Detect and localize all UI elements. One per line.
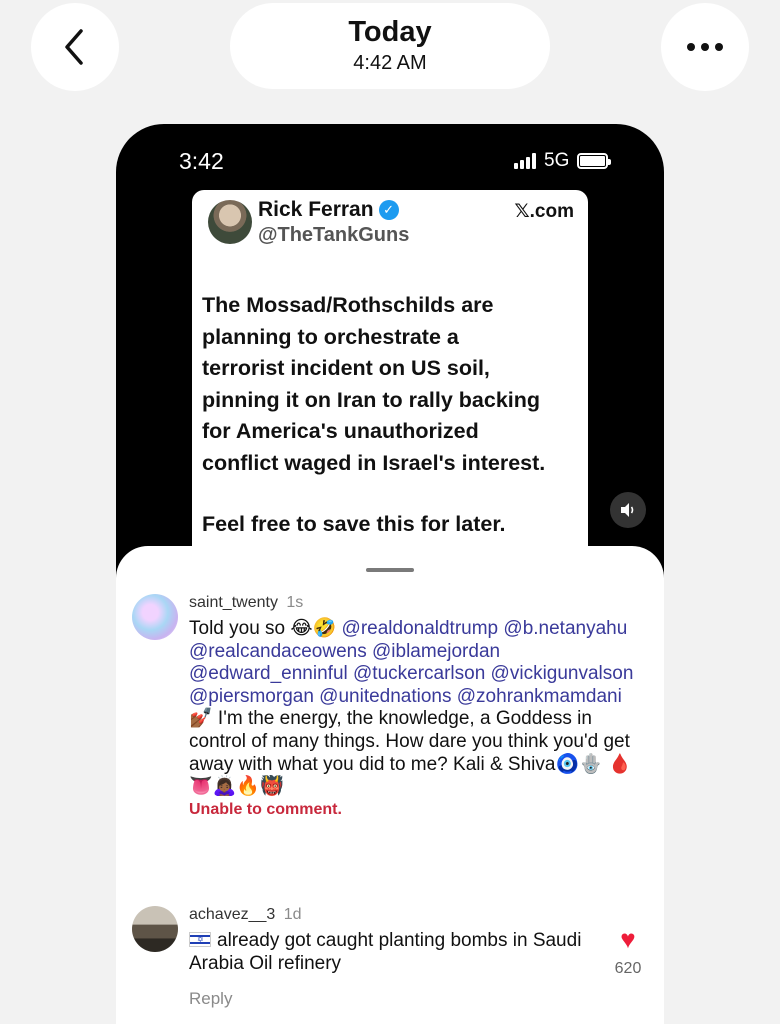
comment-username[interactable]: saint_twenty	[189, 594, 278, 611]
commenter-avatar[interactable]	[132, 906, 178, 952]
comment-body-text: 💅🏾 I'm the energy, the knowledge, a Godd…	[189, 708, 632, 798]
comment-intro: Told you so 😂🤣	[189, 618, 342, 639]
status-indicators: 5G	[514, 150, 612, 172]
shared-screenshot: 3:42 5G Rick Ferran ✓ @TheTankGuns 𝕏.com…	[116, 124, 664, 1024]
top-bar: Today 4:42 AM	[0, 0, 780, 110]
comment-time: 1s	[286, 594, 304, 611]
sound-toggle-button[interactable]	[610, 492, 646, 528]
like-count: 620	[614, 960, 642, 977]
comment-body: saint_twenty 1s Told you so 😂🤣 @realdona…	[189, 594, 639, 819]
tweet-avatar	[208, 200, 252, 244]
comment-body-text: already got caught planting bombs in Sau…	[189, 930, 582, 974]
israel-flag-icon: ✡	[189, 932, 211, 947]
tweet-text-2: Feel free to save this for later.	[202, 512, 506, 536]
verified-badge-icon: ✓	[378, 200, 399, 220]
header-time: 4:42 AM	[353, 52, 427, 74]
more-horizontal-icon	[687, 43, 723, 51]
comments-sheet: saint_twenty 1s Told you so 😂🤣 @realdona…	[116, 546, 664, 1024]
tweet-header: Rick Ferran ✓ @TheTankGuns 𝕏.com	[200, 198, 580, 258]
comment-meta: saint_twenty 1s	[189, 594, 639, 612]
date-header: Today 4:42 AM	[230, 3, 550, 89]
tweet-text: The Mossad/Rothschilds are planning to o…	[202, 293, 546, 475]
comment-body: achavez__3 1d ✡ already got caught planti…	[189, 906, 639, 1009]
comment-text: Told you so 😂🤣 @realdonaldtrump @b.netan…	[189, 618, 639, 799]
comment-time: 1d	[283, 906, 302, 923]
sheet-drag-handle[interactable]	[366, 568, 414, 572]
speaker-icon	[621, 503, 634, 517]
tweet-card: Rick Ferran ✓ @TheTankGuns 𝕏.com The Mos…	[192, 190, 588, 570]
comment-meta: achavez__3 1d	[189, 906, 639, 924]
comment-username[interactable]: achavez__3	[189, 906, 275, 923]
x-domain: 𝕏.com	[514, 201, 574, 222]
comment-text: ✡ already got caught planting bombs in Sa…	[189, 930, 639, 975]
signal-icon	[514, 153, 536, 169]
tweet-author: Rick Ferran ✓	[258, 198, 399, 222]
comment-status: Unable to comment.	[189, 800, 342, 818]
reply-button[interactable]: Reply	[189, 989, 639, 1009]
tweet-handle: @TheTankGuns	[258, 224, 410, 246]
more-options-button[interactable]	[661, 3, 749, 91]
header-title: Today	[348, 16, 432, 48]
battery-icon	[577, 153, 612, 169]
tweet-author-name: Rick Ferran	[258, 198, 374, 221]
network-label: 5G	[544, 150, 570, 171]
heart-icon[interactable]: ♥	[608, 926, 648, 952]
like-column: ♥ 620	[608, 926, 648, 978]
chevron-left-icon	[65, 29, 83, 65]
status-time: 3:42	[179, 148, 224, 174]
back-button[interactable]	[31, 3, 119, 91]
commenter-avatar[interactable]	[132, 594, 178, 640]
